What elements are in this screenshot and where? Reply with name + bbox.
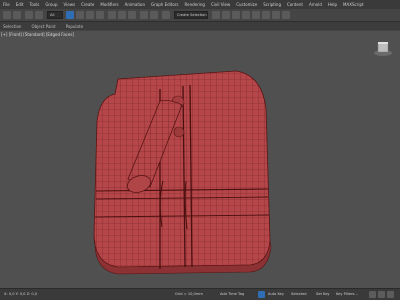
- menu-tools[interactable]: Tools: [29, 2, 39, 7]
- selection-filter-dropdown[interactable]: All: [47, 11, 63, 19]
- menu-group[interactable]: Group: [45, 2, 57, 7]
- menu-edit[interactable]: Edit: [16, 2, 24, 7]
- tab-selection[interactable]: Selection: [3, 24, 21, 29]
- tab-populate[interactable]: Populate: [66, 24, 83, 29]
- viewport-scene: [93, 42, 392, 275]
- front-viewport[interactable]: [+] [Front] [Standard] [Edged Faces]: [0, 31, 400, 288]
- ribbon-tabs: Selection Object Paint Populate: [0, 22, 400, 30]
- zoom-icon[interactable]: [369, 291, 376, 298]
- menu-bar: File Edit Tools Group Views Create Modif…: [0, 0, 400, 9]
- pivot-icon[interactable]: [150, 11, 158, 19]
- viewport-label[interactable]: [+] [Front] [Standard] [Edged Faces]: [1, 32, 74, 37]
- menu-maxscript[interactable]: MAXScript: [343, 2, 364, 7]
- select-by-name-icon[interactable]: [76, 11, 84, 19]
- grid-size: Grid = 10,0mm: [175, 292, 203, 296]
- menu-views[interactable]: Views: [64, 2, 76, 7]
- selected-dropdown[interactable]: Selected: [291, 292, 307, 296]
- undo-icon[interactable]: [3, 11, 11, 19]
- pan-icon[interactable]: [378, 291, 385, 298]
- menu-rendering[interactable]: Rendering: [185, 2, 205, 7]
- redo-icon[interactable]: [13, 11, 21, 19]
- material-editor-icon[interactable]: [262, 11, 270, 19]
- key-filters-button[interactable]: Key Filters...: [336, 292, 358, 296]
- rotate-icon[interactable]: [118, 11, 126, 19]
- viewcube-icon[interactable]: [374, 42, 392, 56]
- menu-graph-editors[interactable]: Graph Editors: [151, 2, 178, 7]
- orbit-icon[interactable]: [387, 291, 394, 298]
- menu-content[interactable]: Content: [287, 2, 303, 7]
- menu-modifiers[interactable]: Modifiers: [100, 2, 118, 7]
- menu-create[interactable]: Create: [81, 2, 94, 7]
- schematic-icon[interactable]: [252, 11, 260, 19]
- add-time-tag-button[interactable]: Add Time Tag: [220, 292, 244, 296]
- tab-object-paint[interactable]: Object Paint: [31, 24, 55, 29]
- select-object-icon[interactable]: [66, 11, 74, 19]
- region-select-icon[interactable]: [86, 11, 94, 19]
- main-toolbar: All Create Selection Se...: [0, 9, 400, 22]
- menu-arnold[interactable]: Arnold: [309, 2, 322, 7]
- window-crossing-icon[interactable]: [96, 11, 104, 19]
- named-selection-sets-dropdown[interactable]: Create Selection Se...: [174, 11, 208, 19]
- unlink-icon[interactable]: [35, 11, 43, 19]
- coordinate-readout: X: 0,0 Y: 0,0 Z: 0,0: [4, 292, 38, 296]
- reference-coord-icon[interactable]: [140, 11, 148, 19]
- menu-help[interactable]: Help: [328, 2, 337, 7]
- link-icon[interactable]: [25, 11, 33, 19]
- move-icon[interactable]: [108, 11, 116, 19]
- menu-file[interactable]: File: [3, 2, 10, 7]
- autokey-icon[interactable]: [258, 291, 265, 298]
- status-bar: X: 0,0 Y: 0,0 Z: 0,0 Grid = 10,0mm Add T…: [0, 288, 400, 300]
- align-icon[interactable]: [222, 11, 230, 19]
- mirror-icon[interactable]: [212, 11, 220, 19]
- menu-customize[interactable]: Customize: [236, 2, 257, 7]
- snap-icon[interactable]: [162, 11, 170, 19]
- set-key-button[interactable]: Set Key: [316, 292, 330, 296]
- scale-icon[interactable]: [128, 11, 136, 19]
- render-icon[interactable]: [282, 11, 290, 19]
- menu-animation[interactable]: Animation: [125, 2, 145, 7]
- autokey-label[interactable]: Auto Key: [268, 292, 284, 296]
- menu-scripting[interactable]: Scripting: [263, 2, 281, 7]
- menu-civil-view[interactable]: Civil View: [211, 2, 230, 7]
- layers-icon[interactable]: [232, 11, 240, 19]
- curve-editor-icon[interactable]: [242, 11, 250, 19]
- render-setup-icon[interactable]: [272, 11, 280, 19]
